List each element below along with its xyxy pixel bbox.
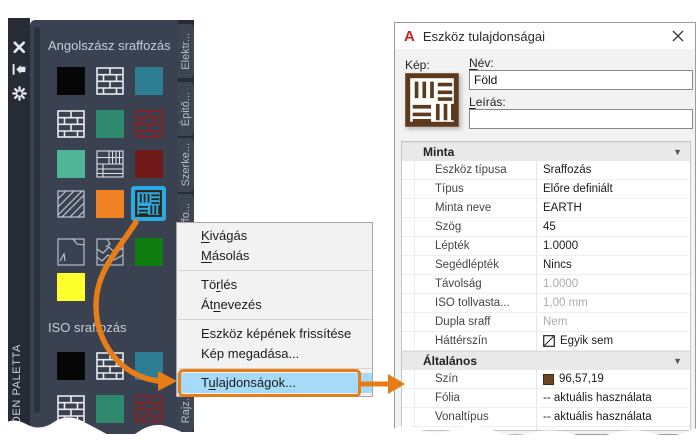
name-input[interactable] — [469, 70, 693, 90]
menu-item-atnevezes[interactable]: Átnevezés — [177, 295, 372, 315]
property-row: Típus Előre definiált — [402, 180, 690, 199]
swatch-diagonal-hatch[interactable] — [57, 190, 85, 218]
color-chip — [543, 373, 554, 385]
description-input[interactable] — [469, 109, 693, 129]
swatch-brick-red[interactable] — [135, 110, 163, 138]
property-row: Nyomtatási s...-- aktuális használata — [402, 427, 690, 430]
dialog-titlebar: A Eszköz tulajdonságai — [395, 23, 695, 49]
swatch-solid-green[interactable] — [96, 395, 124, 423]
image-label: Kép: — [405, 58, 430, 72]
swatch-brick-red[interactable] — [135, 395, 163, 423]
swatch-brick-white[interactable] — [57, 110, 85, 138]
menu-separator — [178, 270, 371, 271]
auto-hide-pin-icon[interactable] — [12, 63, 27, 77]
swatch-sparse-hatch[interactable] — [57, 238, 85, 266]
swatch-brick-white[interactable] — [96, 352, 124, 380]
property-row: Szög 45 — [402, 218, 690, 237]
collapse-chevron-icon: ▼ — [673, 356, 682, 366]
property-row: Távolság 1.0000 — [402, 275, 690, 294]
properties-gear-icon[interactable] — [12, 86, 27, 101]
tool-palette-panel: Angolszász sraffozás ISO sraffozás — [30, 20, 178, 434]
screenshot-root: MINDEN PALETTA Angolszász sraffozás ISO … — [0, 0, 700, 447]
property-grid: Minta ▼ Eszköz típusa Sraffozás Típus Előre… — [401, 141, 691, 431]
tab-elektr[interactable]: Elektr... — [178, 24, 194, 78]
swatch-earth-selected[interactable] — [131, 186, 166, 221]
property-row: Fólia -- aktuális használata — [402, 389, 690, 408]
context-menu: Kivágás Másolás Törlés Átnevezés Eszköz … — [176, 222, 373, 397]
section-header-minta[interactable]: Minta ▼ — [402, 142, 690, 161]
property-row: Szín 96,57,19 — [402, 370, 690, 389]
menu-separator — [178, 319, 371, 320]
swatch-solid-teal[interactable] — [135, 352, 163, 380]
tool-properties-dialog: A Eszköz tulajdonságai Kép: Név: Leírás:… — [394, 22, 696, 435]
swatch-solid-yellow[interactable] — [57, 273, 85, 301]
group-label-iso: ISO sraffozás — [48, 320, 127, 335]
property-row: Eszköz típusa Sraffozás — [402, 161, 690, 180]
menu-item-kivagas[interactable]: Kivágás — [177, 226, 372, 246]
property-row: Segédlépték Nincs — [402, 256, 690, 275]
property-row: Vonaltípus -- aktuális használata — [402, 408, 690, 427]
swatch-net[interactable] — [96, 150, 124, 178]
menu-item-masolas[interactable]: Másolás — [177, 246, 372, 266]
palette-scrollbar[interactable] — [34, 27, 40, 413]
menu-item-eszkoz-kepenek-frissitese[interactable]: Eszköz képének frissítése — [177, 324, 372, 344]
swatch-solid-green[interactable] — [96, 110, 124, 138]
dialog-title: Eszköz tulajdonságai — [422, 28, 545, 44]
swatch-brick-white[interactable] — [96, 67, 124, 95]
swatch-solid-orange[interactable] — [96, 190, 124, 218]
swatch-solid-black[interactable] — [57, 352, 85, 380]
tab-epito[interactable]: Épitő... — [178, 82, 194, 136]
palette-titlebar-strip: MINDEN PALETTA — [8, 18, 30, 446]
menu-separator — [178, 368, 371, 369]
menu-item-kep-megadasa[interactable]: Kép megadása... — [177, 344, 372, 364]
menu-item-tulajdonsagok[interactable]: Tulajdonságok... — [177, 369, 372, 397]
swatch-solid-black[interactable] — [57, 67, 85, 95]
swatch-solid-puregreen[interactable] — [135, 238, 163, 266]
property-row: Dupla sraff Nem — [402, 313, 690, 332]
close-icon[interactable] — [12, 40, 27, 54]
swatch-solid-seagreen[interactable] — [57, 150, 85, 178]
name-label: Név: — [469, 56, 494, 70]
description-label: Leírás: — [469, 95, 506, 109]
tab-szerke[interactable]: Szerke... — [178, 138, 194, 192]
palette-tab-label-vertical[interactable]: MINDEN PALETTA — [11, 344, 23, 446]
property-row: Lépték 1.0000 — [402, 237, 690, 256]
group-label-angolszasz: Angolszász sraffozás — [48, 38, 171, 53]
menu-item-torles[interactable]: Törlés — [177, 275, 372, 295]
autocad-logo-icon: A — [404, 27, 415, 45]
close-icon[interactable] — [671, 29, 685, 43]
property-row: Minta neve EARTH — [402, 199, 690, 218]
swatch-solid-teal[interactable] — [135, 67, 163, 95]
swatch-solid-maroon[interactable] — [135, 150, 163, 178]
tool-image-preview — [405, 73, 459, 127]
swatch-zigzag-hatch[interactable] — [96, 238, 124, 266]
section-header-altalanos[interactable]: Általános ▼ — [402, 351, 690, 370]
none-color-icon — [543, 335, 555, 347]
earth-pattern-preview-icon — [405, 73, 459, 127]
earth-pattern-icon — [135, 190, 162, 217]
swatch-brick-white[interactable] — [57, 395, 85, 423]
property-row: Háttérszín Egyik sem — [402, 332, 690, 351]
collapse-chevron-icon: ▼ — [673, 147, 682, 157]
property-row: ISO tollvasta... 1,00 mm — [402, 294, 690, 313]
